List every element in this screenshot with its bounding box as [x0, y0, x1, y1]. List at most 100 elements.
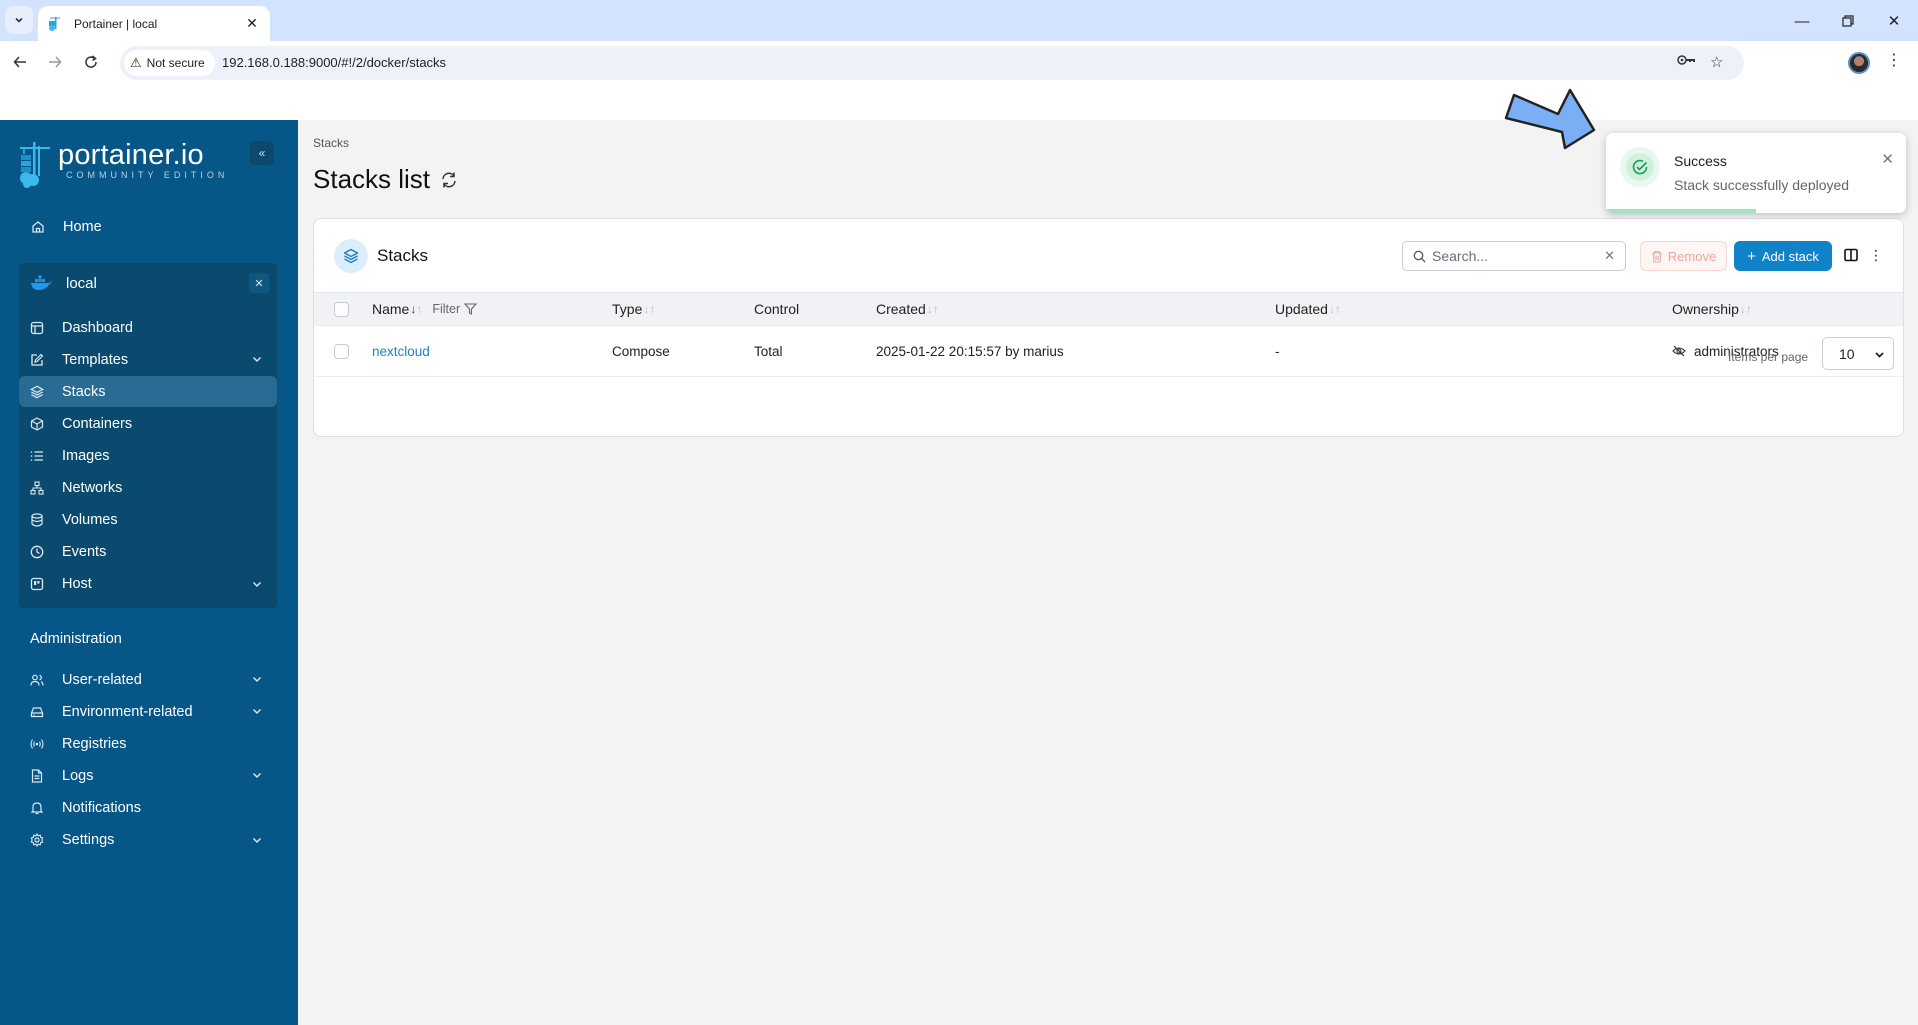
logo-subtitle: COMMUNITY EDITION [66, 170, 229, 180]
bookmark-star-icon[interactable]: ☆ [1710, 53, 1723, 71]
close-environment-button[interactable]: ✕ [249, 273, 269, 293]
eye-off-icon [1672, 345, 1686, 357]
profile-avatar[interactable] [1848, 52, 1870, 74]
users-icon [29, 672, 45, 688]
sidebar-item-label: Logs [62, 767, 94, 784]
stack-name-link[interactable]: nextcloud [372, 344, 430, 359]
chevron-down-icon[interactable] [251, 353, 263, 365]
sidebar-item-dashboard[interactable]: Dashboard [19, 312, 277, 343]
restore-icon[interactable] [1826, 6, 1870, 36]
portainer-logo[interactable]: portainer.io COMMUNITY EDITION [18, 140, 228, 188]
sidebar-item-environment-related[interactable]: Environment-related [20, 696, 277, 727]
environment-header[interactable]: local ✕ [19, 263, 277, 303]
browser-menu-icon[interactable]: ⋮ [1886, 50, 1902, 70]
hard-drive-icon [29, 704, 45, 720]
chevron-down-icon[interactable] [251, 673, 263, 685]
logo-title: portainer.io [58, 139, 204, 171]
stack-type: Compose [612, 343, 670, 359]
database-icon [29, 512, 45, 528]
column-header-name[interactable]: Name ↓↑ Filter [372, 293, 478, 325]
sidebar-item-home[interactable]: Home [21, 211, 278, 242]
sidebar-item-logs[interactable]: Logs [20, 760, 277, 791]
add-stack-button[interactable]: + Add stack [1734, 241, 1832, 271]
chevron-down-icon [1875, 352, 1884, 358]
filter-button[interactable]: Filter [432, 302, 478, 316]
sidebar-item-label: User-related [62, 671, 142, 688]
back-icon[interactable] [8, 50, 32, 74]
sort-icon: ↓↑ [926, 302, 939, 316]
browser-tab-strip: Portainer | local ✕ — ✕ [0, 0, 1918, 41]
toast-close-icon[interactable]: ✕ [1881, 150, 1894, 168]
sidebar-item-host[interactable]: Host [19, 569, 277, 600]
clear-search-icon[interactable]: ✕ [1604, 248, 1615, 264]
success-toast: Success Stack successfully deployed ✕ [1606, 133, 1906, 213]
check-circle-icon [1626, 153, 1654, 181]
select-all-checkbox[interactable] [334, 302, 349, 317]
chevron-down-icon[interactable] [251, 769, 263, 781]
column-header-created[interactable]: Created ↓↑ [876, 293, 939, 325]
column-header-updated[interactable]: Updated ↓↑ [1275, 293, 1341, 325]
sidebar-item-label: Templates [62, 351, 129, 368]
sidebar-item-settings[interactable]: Settings [20, 825, 277, 856]
sidebar-item-label: Dashboard [62, 319, 133, 336]
host-icon [29, 576, 45, 592]
radio-icon [29, 736, 45, 752]
sidebar-item-templates[interactable]: Templates [19, 344, 277, 375]
sidebar-item-volumes[interactable]: Volumes [19, 505, 277, 536]
minimize-icon[interactable]: — [1780, 6, 1824, 36]
sidebar-item-containers[interactable]: Containers [19, 408, 277, 439]
chevron-down-icon[interactable] [251, 705, 263, 717]
card-header: Stacks ✕ Remove + Add stack ⋮ [314, 219, 1903, 293]
columns-icon[interactable] [1844, 248, 1858, 262]
tab-title: Portainer | local [74, 16, 158, 31]
sidebar-item-label: Environment-related [62, 703, 193, 720]
box-icon [29, 416, 45, 432]
administration-heading: Administration [30, 631, 122, 647]
sidebar-item-stacks[interactable]: Stacks [19, 376, 277, 408]
breadcrumb: Stacks [313, 136, 350, 150]
sidebar-item-images[interactable]: Images [19, 440, 277, 471]
security-label: Not secure [146, 56, 205, 70]
password-key-icon[interactable] [1677, 53, 1697, 71]
toast-icon-wrapper [1620, 147, 1660, 187]
sidebar-item-registries[interactable]: Registries [20, 728, 277, 759]
column-header-ownership[interactable]: Ownership ↓↑ [1672, 293, 1752, 325]
sidebar-item-label: Events [62, 544, 107, 561]
address-bar[interactable]: ⚠ Not secure 192.168.0.188:9000/#!/2/doc… [120, 46, 1744, 80]
tab-close-icon[interactable]: ✕ [242, 14, 262, 34]
forward-icon[interactable] [43, 50, 67, 74]
chevron-down-icon[interactable] [251, 834, 263, 846]
url-text[interactable]: 192.168.0.188:9000/#!/2/docker/stacks [222, 55, 446, 70]
edit-icon [29, 352, 45, 368]
search-icon [1413, 250, 1426, 262]
reload-icon[interactable] [79, 50, 103, 74]
sidebar-item-user-related[interactable]: User-related [20, 664, 277, 695]
plus-icon: + [1747, 247, 1756, 265]
row-checkbox[interactable] [334, 344, 349, 359]
sidebar-item-notifications[interactable]: Notifications [20, 792, 277, 823]
sidebar-item-label: Networks [62, 480, 123, 496]
refresh-icon[interactable] [440, 171, 458, 189]
collapse-sidebar-button[interactable]: « [250, 141, 274, 165]
column-header-type[interactable]: Type ↓↑ [612, 293, 655, 325]
sidebar-item-label: Images [62, 447, 110, 464]
items-per-page-select[interactable]: 10 [1822, 337, 1894, 370]
tab-search-button[interactable] [5, 6, 33, 34]
add-stack-label: Add stack [1761, 248, 1819, 264]
sort-icon: ↓↑ [1328, 302, 1341, 316]
search-input[interactable] [1432, 248, 1592, 264]
close-window-icon[interactable]: ✕ [1872, 6, 1916, 36]
chevron-down-icon [15, 17, 23, 23]
browser-tab[interactable]: Portainer | local ✕ [38, 6, 270, 41]
stack-control: Total [754, 343, 783, 359]
sidebar-item-label: Volumes [62, 512, 118, 529]
more-options-icon[interactable]: ⋮ [1869, 247, 1883, 263]
page-title: Stacks list [313, 164, 458, 195]
security-indicator[interactable]: ⚠ Not secure [124, 50, 215, 76]
sidebar-item-label: Home [63, 218, 102, 235]
chevron-down-icon[interactable] [251, 578, 263, 590]
sidebar-item-events[interactable]: Events [19, 537, 277, 568]
sidebar-item-networks[interactable]: Networks [19, 473, 277, 504]
chevrons-left-icon: « [258, 146, 266, 160]
remove-button[interactable]: Remove [1640, 241, 1727, 271]
